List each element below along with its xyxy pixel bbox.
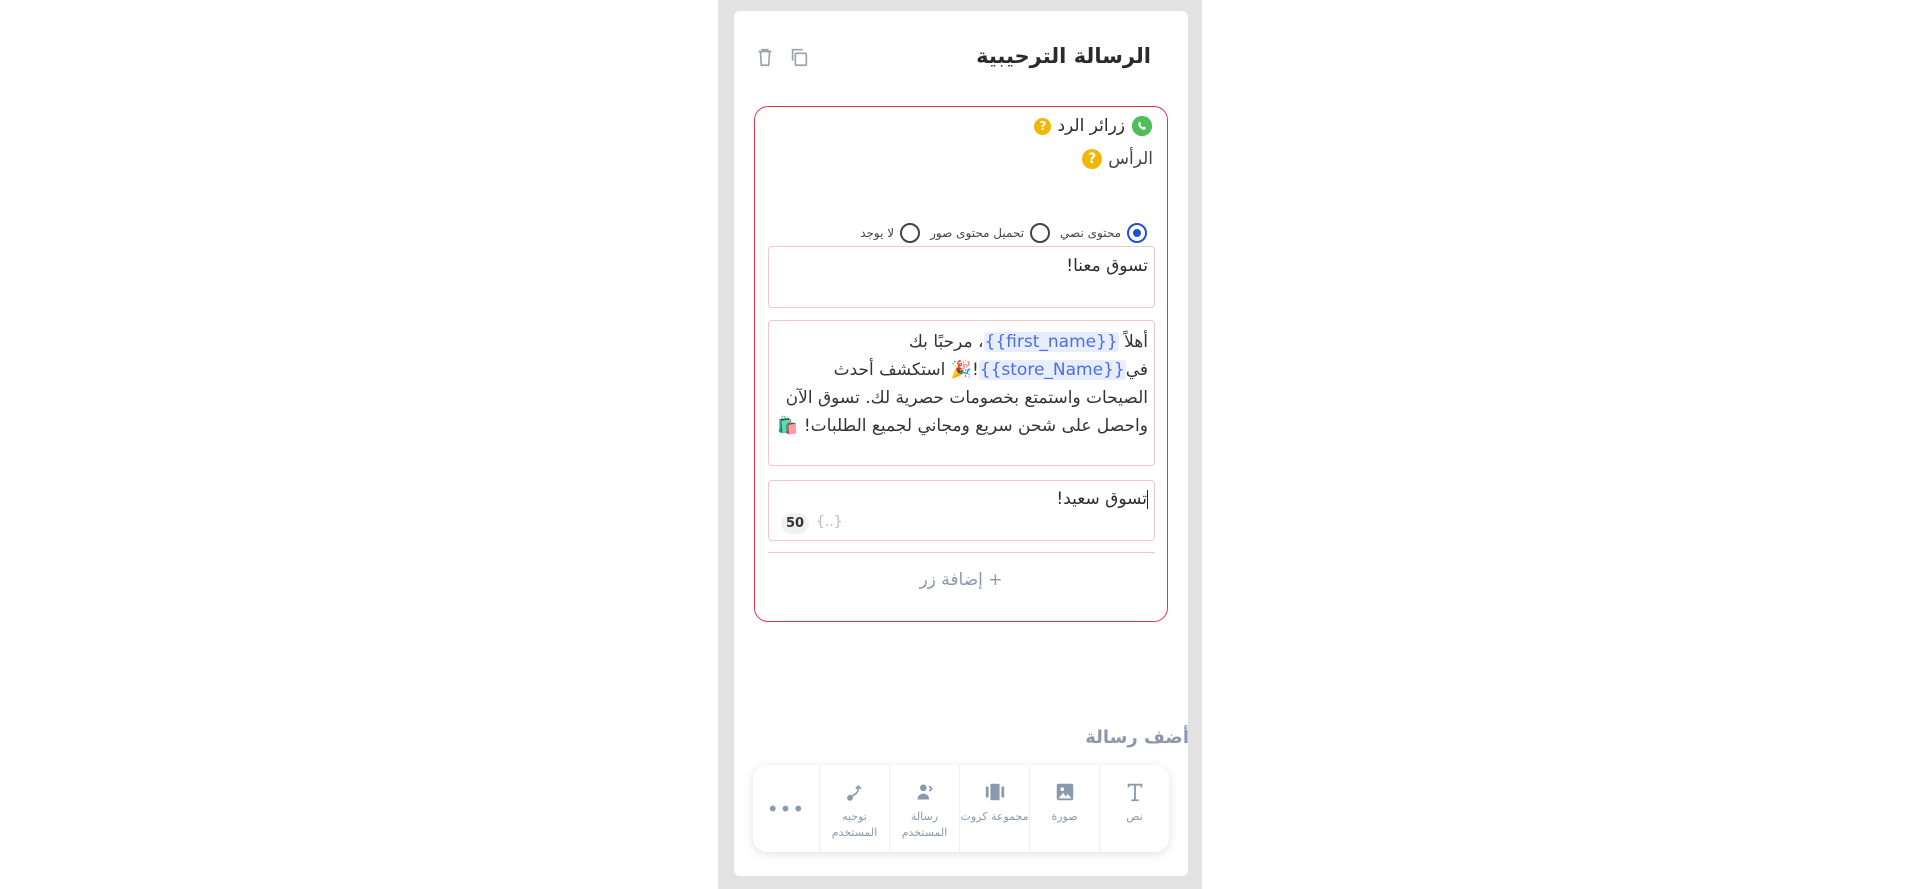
card-title: الرسالة الترحيبية xyxy=(976,44,1151,68)
header-text-input[interactable]: تسوق معنا! xyxy=(768,246,1155,308)
radio-label: تحميل محتوى صور xyxy=(930,226,1025,240)
copy-icon[interactable] xyxy=(788,46,810,68)
carousel-icon xyxy=(984,779,1006,805)
radio-upload-image[interactable]: تحميل محتوى صور xyxy=(930,223,1051,243)
footer-text-input[interactable]: تسوق سعيد! {..} 50 xyxy=(768,480,1155,541)
welcome-message-card: الرسالة الترحيبية زرائر الرد ? الرأس ? م… xyxy=(734,11,1189,876)
radio-text-content[interactable]: محتوى نصي xyxy=(1060,223,1147,243)
body-text-part: أهلاً xyxy=(1118,332,1148,352)
add-carousel-message-button[interactable]: مجموعة كروت xyxy=(959,765,1029,852)
footer-text-value: تسوق سعيد! xyxy=(1056,489,1148,509)
add-button[interactable]: + إضافة زر xyxy=(755,570,1167,590)
toolbar-item-label: مجموعة كروت xyxy=(960,810,1029,823)
toolbar-item-label: نص xyxy=(1126,810,1143,823)
whatsapp-icon xyxy=(1131,115,1153,137)
footer-text: تسوق سعيد! xyxy=(1056,489,1147,509)
variable-chip-first-name[interactable]: {{first_name}} xyxy=(983,332,1119,352)
header-type-radio-group: محتوى نصي تحميل محتوى صور لا يوجد xyxy=(860,223,1147,243)
add-message-title: أضف رسالة xyxy=(1085,727,1189,748)
radio-label: محتوى نصي xyxy=(1060,226,1121,240)
header-help-icon[interactable]: ? xyxy=(1082,149,1103,169)
variable-chip-store-name[interactable]: {{store_Name}} xyxy=(978,360,1126,380)
toolbar-item-label: صورة xyxy=(1051,810,1078,823)
char-counter-badge: 50 xyxy=(781,513,810,534)
radio-indicator[interactable] xyxy=(900,223,921,243)
add-image-message-button[interactable]: صورة xyxy=(1029,765,1099,852)
block-type-label: زرائر الرد xyxy=(1057,116,1125,136)
toolbar-item-label: رسالة المستخدم xyxy=(901,810,948,839)
toolbar-item-label: توجيه المستخدم xyxy=(831,810,878,839)
radio-selected-indicator[interactable] xyxy=(1127,223,1147,243)
add-route-user-button[interactable]: توجيه المستخدم xyxy=(819,765,889,852)
header-label: الرأس xyxy=(1108,149,1153,169)
add-message-toolbar: نص صورة مجموعة كروت رسالة المستخدم توجيه… xyxy=(753,765,1169,852)
body-text-input[interactable]: أهلاً {{first_name}}، مرحبًا بك في{{stor… xyxy=(768,320,1155,466)
text-icon xyxy=(1124,779,1146,805)
trash-icon[interactable] xyxy=(754,46,776,68)
add-user-message-button[interactable]: رسالة المستخدم xyxy=(889,765,959,852)
user-message-icon xyxy=(915,779,935,805)
header-text-value: تسوق معنا! xyxy=(1066,256,1148,276)
divider xyxy=(768,552,1155,553)
reply-buttons-block[interactable]: زرائر الرد ? الرأس ? محتوى نصي تحميل محت… xyxy=(754,106,1168,622)
text-caret xyxy=(1147,489,1148,509)
image-icon xyxy=(1054,779,1076,805)
help-icon[interactable]: ? xyxy=(1034,117,1052,135)
more-options-icon[interactable]: ••• xyxy=(753,765,819,852)
radio-label: لا يوجد xyxy=(860,226,895,240)
insert-variable-button[interactable]: {..} xyxy=(816,514,843,530)
header-label-row: الرأس ? xyxy=(1082,149,1153,169)
radio-indicator[interactable] xyxy=(1030,223,1051,243)
route-icon xyxy=(845,779,865,805)
add-text-message-button[interactable]: نص xyxy=(1099,765,1169,852)
body-text-value: أهلاً {{first_name}}، مرحبًا بك في{{stor… xyxy=(777,328,1148,440)
block-type-row: زرائر الرد ? xyxy=(1034,115,1153,137)
radio-none[interactable]: لا يوجد xyxy=(860,223,921,243)
